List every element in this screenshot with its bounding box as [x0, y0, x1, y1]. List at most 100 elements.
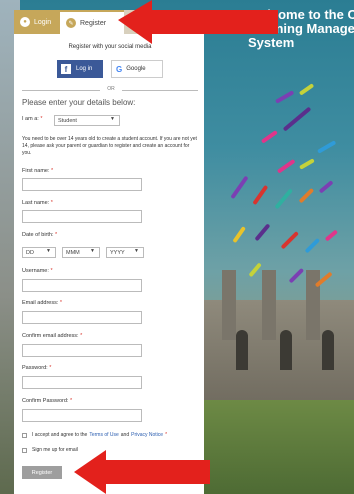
required-marker: *: [40, 116, 43, 122]
background-tower: [262, 270, 276, 340]
google-button-label: Google: [126, 66, 146, 72]
password-input[interactable]: [22, 376, 142, 389]
confetti-stripe: [274, 188, 293, 210]
terms-checkbox[interactable]: [22, 432, 27, 438]
confetti-stripe: [282, 106, 312, 132]
required-marker: *: [165, 432, 168, 438]
last-name-label: Last name: *: [22, 200, 53, 206]
email-signup-label: Sign me up for email: [32, 447, 78, 453]
tab-login-label: Login: [34, 18, 52, 26]
confirm-email-input[interactable]: [22, 344, 142, 357]
confirm-password-input[interactable]: [22, 409, 142, 422]
or-divider: OR: [22, 86, 198, 94]
background-arch: [322, 330, 334, 370]
terms-and: and: [120, 432, 130, 438]
username-label: Username: *: [22, 268, 53, 274]
chevron-down-icon: ▼: [90, 248, 95, 254]
confirm-password-label-text: Confirm Password:: [22, 398, 69, 404]
chevron-down-icon: ▼: [134, 248, 139, 254]
confetti-stripe: [248, 262, 262, 278]
account-type-label-text: I am a:: [22, 116, 39, 122]
confetti-stripe: [260, 130, 278, 144]
required-marker: *: [49, 365, 52, 371]
confetti-stripe: [318, 180, 334, 194]
required-marker: *: [51, 168, 54, 174]
date-of-birth-label: Date of birth: *: [22, 232, 57, 238]
divider-line: [122, 90, 198, 91]
confirm-email-label-text: Confirm email address:: [22, 333, 79, 339]
dob-year-select[interactable]: YYYY ▼: [106, 247, 144, 258]
date-of-birth-label-text: Date of birth:: [22, 232, 54, 238]
arrow-annotation-bottom: [74, 450, 210, 494]
required-marker: *: [70, 398, 73, 404]
tab-register-label: Register: [80, 19, 107, 27]
dob-month-select[interactable]: MMM ▼: [62, 247, 100, 258]
chevron-down-icon: ▼: [46, 248, 51, 254]
confetti-stripe: [288, 267, 305, 284]
terms-of-use-link[interactable]: Terms of Use: [89, 432, 118, 438]
last-name-label-text: Last name:: [22, 200, 50, 206]
google-logo-icon: G: [116, 64, 123, 74]
email-label: Email address: *: [22, 300, 62, 306]
required-marker: *: [59, 300, 63, 306]
email-input[interactable]: [22, 311, 142, 324]
first-name-input[interactable]: [22, 178, 142, 191]
first-name-label: First name: *: [22, 168, 53, 174]
pencil-icon: ✎: [66, 18, 76, 28]
dob-month-value: MMM: [66, 249, 80, 256]
last-name-input[interactable]: [22, 210, 142, 223]
confetti-stripe: [230, 175, 249, 200]
confetti-stripe: [232, 226, 246, 244]
facebook-button-label: Log in: [76, 66, 93, 72]
tab-login[interactable]: ● Login: [14, 10, 60, 34]
confetti-stripe: [254, 223, 271, 242]
required-marker: *: [80, 333, 83, 339]
confetti-stripe: [298, 187, 315, 204]
arrow-annotation-top: [118, 0, 278, 44]
required-marker: *: [50, 200, 53, 206]
divider-line: [22, 90, 100, 91]
lock-icon: ●: [20, 17, 30, 27]
confetti-stripe: [276, 158, 296, 174]
form-heading: Please enter your details below:: [22, 98, 136, 107]
confetti-stripe: [252, 184, 269, 206]
background-tower: [222, 270, 236, 340]
required-marker: *: [55, 232, 58, 238]
confetti-stripe: [317, 140, 337, 154]
privacy-notice-link[interactable]: Privacy Notice: [131, 432, 163, 438]
email-signup-checkbox[interactable]: [22, 447, 27, 453]
first-name-label-text: First name:: [22, 168, 50, 174]
email-signup-row: Sign me up for email: [22, 447, 78, 453]
terms-prefix: I accept and agree to the: [32, 432, 88, 438]
username-input[interactable]: [22, 279, 142, 292]
confetti-stripe: [275, 90, 295, 104]
confirm-email-label: Confirm email address: *: [22, 333, 82, 339]
register-button[interactable]: Register: [22, 466, 62, 479]
confetti-stripe: [304, 237, 321, 254]
dob-day-select[interactable]: DD ▼: [22, 247, 56, 258]
email-label-text: Email address:: [22, 300, 59, 306]
arrow-shape: [118, 0, 278, 44]
google-login-button[interactable]: G Google: [111, 60, 163, 78]
dob-year-value: YYYY: [110, 249, 125, 256]
account-type-label: I am a: *: [22, 116, 42, 122]
age-requirement-note: You need to be over 14 years old to crea…: [22, 136, 197, 156]
background-arch: [280, 330, 292, 370]
or-text: OR: [107, 86, 115, 92]
tab-register[interactable]: ✎ Register: [60, 10, 124, 34]
facebook-logo-icon: f: [61, 64, 71, 74]
terms-consent-row: I accept and agree to the Terms of Use a…: [22, 432, 167, 438]
password-label: Password: *: [22, 365, 51, 371]
username-label-text: Username:: [22, 268, 49, 274]
background-arch: [236, 330, 248, 370]
background-lawn: [200, 400, 354, 494]
confetti-stripe: [298, 83, 315, 96]
confetti-stripe: [299, 158, 315, 170]
confetti-stripe: [280, 231, 299, 250]
password-label-text: Password:: [22, 365, 48, 371]
account-type-select[interactable]: Student ▼: [54, 115, 120, 126]
chevron-down-icon: ▼: [110, 116, 115, 122]
arrow-shape: [74, 450, 210, 494]
required-marker: *: [50, 268, 53, 274]
facebook-login-button[interactable]: f Log in: [57, 60, 103, 78]
